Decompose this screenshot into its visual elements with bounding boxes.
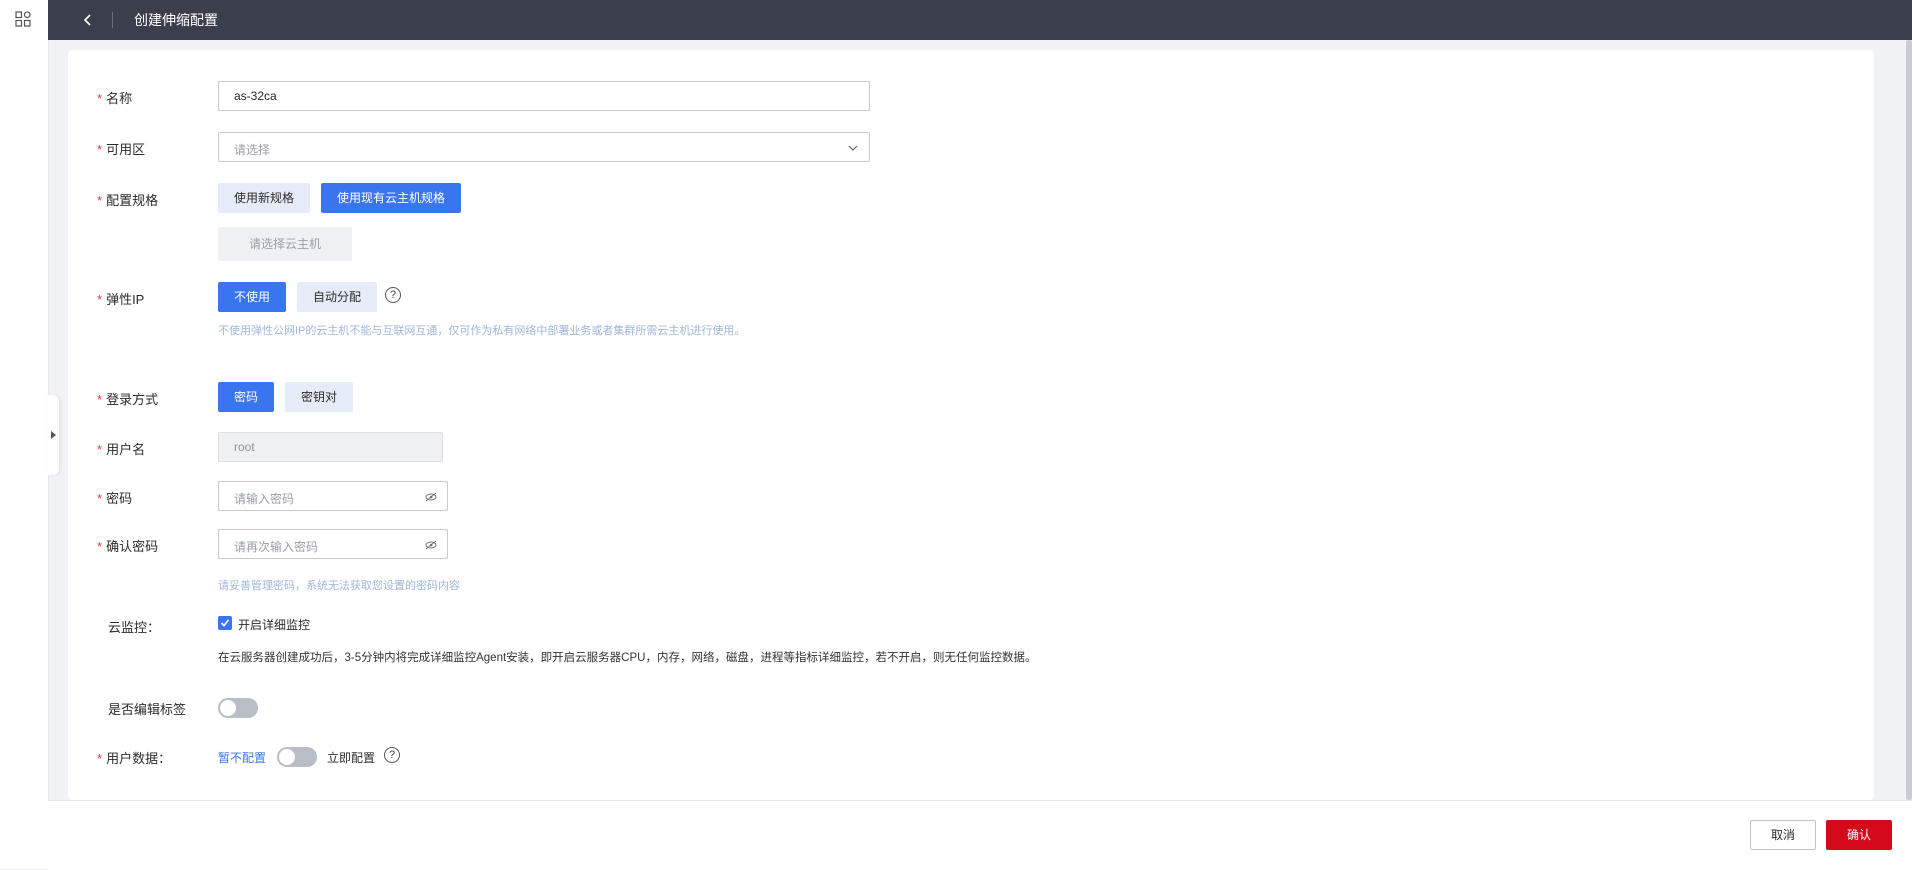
eye-hidden-icon[interactable]	[425, 492, 437, 502]
eip-hint: 不使用弹性公网IP的云主机不能与互联网互通，仅可作为私有网络中部署业务或者集群所…	[218, 325, 746, 337]
eye-hidden-icon[interactable]	[425, 540, 437, 550]
username-label: * 用户名	[97, 442, 146, 457]
login-password-button[interactable]: 密码	[218, 382, 274, 412]
toggle-knob	[220, 700, 236, 716]
zone-label: * 可用区	[97, 142, 146, 157]
form-panel: * 名称 as-32ca * 可用区 请选择 * 配置规格 使用新规格 使用现有云主机…	[68, 50, 1874, 800]
sidebar-expand-handle[interactable]	[48, 395, 59, 475]
spec-existing-button[interactable]: 使用现有云主机规格	[321, 183, 461, 213]
tags-toggle[interactable]	[218, 698, 258, 718]
top-bar: 创建伸缩配置	[48, 0, 1912, 40]
eip-none-button[interactable]: 不使用	[218, 282, 286, 312]
eip-label: * 弹性IP	[97, 292, 145, 307]
confirm-button[interactable]: 确认	[1826, 820, 1892, 850]
userdata-help-icon[interactable]: ?	[384, 747, 400, 763]
monitor-label: 云监控：	[108, 620, 161, 635]
spec-label: * 配置规格	[97, 193, 159, 208]
left-sidebar	[0, 0, 49, 869]
tags-label: 是否编辑标签	[108, 702, 187, 717]
confirm-password-label: * 确认密码	[97, 539, 159, 554]
check-icon	[220, 619, 230, 627]
monitor-checkbox-label[interactable]: 开启详细监控	[238, 616, 310, 633]
zone-select[interactable]: 请选择	[218, 132, 870, 162]
password-hint: 请妥善管理密码，系统无法获取您设置的密码内容	[218, 580, 460, 592]
monitor-checkbox[interactable]	[218, 616, 232, 630]
login-keypair-button[interactable]: 密钥对	[285, 382, 353, 412]
footer-bar: 取消 确认	[48, 800, 1912, 870]
chevron-left-icon[interactable]	[78, 10, 98, 30]
monitor-description: 在云服务器创建成功后，3-5分钟内将完成详细监控Agent安装，即开启云服务器C…	[218, 652, 1037, 664]
userdata-label: * 用户数据：	[97, 751, 172, 766]
name-label: * 名称	[97, 91, 133, 106]
toggle-knob	[279, 749, 295, 765]
username-input: root	[218, 432, 443, 462]
title-divider	[112, 12, 113, 28]
chevron-down-icon	[848, 145, 858, 151]
password-label: * 密码	[97, 491, 133, 506]
caret-right-icon	[51, 431, 56, 439]
confirm-password-input[interactable]: 请再次输入密码	[218, 529, 448, 559]
scrollbar-thumb[interactable]	[1906, 40, 1912, 800]
name-input[interactable]: as-32ca	[218, 81, 870, 111]
cancel-button[interactable]: 取消	[1750, 820, 1816, 850]
userdata-off-option[interactable]: 暂不配置	[218, 749, 266, 766]
spec-new-button[interactable]: 使用新规格	[218, 183, 310, 213]
eip-auto-button[interactable]: 自动分配	[297, 282, 377, 312]
select-host-button[interactable]: 请选择云主机	[218, 227, 352, 261]
userdata-on-option[interactable]: 立即配置	[327, 749, 375, 766]
login-label: * 登录方式	[97, 392, 159, 407]
grid-apps-icon[interactable]	[15, 11, 31, 27]
page-title: 创建伸缩配置	[134, 12, 218, 28]
eip-help-icon[interactable]: ?	[385, 287, 401, 303]
userdata-toggle[interactable]	[277, 747, 317, 767]
password-input[interactable]: 请输入密码	[218, 481, 448, 511]
